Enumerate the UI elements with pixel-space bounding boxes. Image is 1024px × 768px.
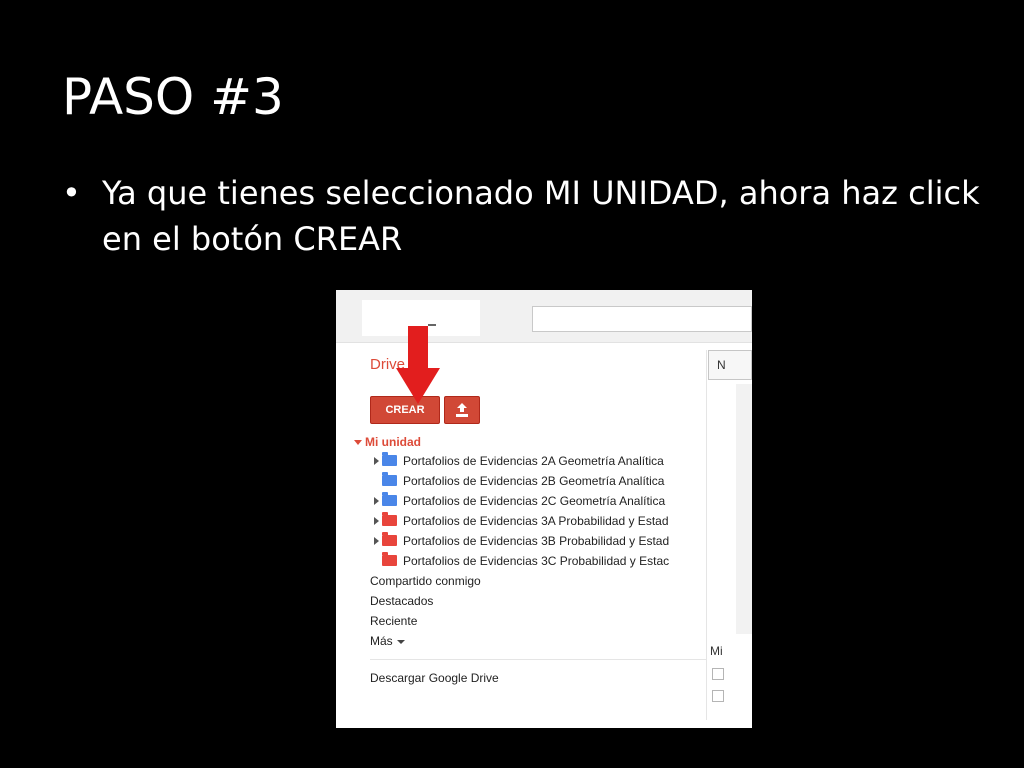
folder-item[interactable]: Portafolios de Evidencias 3B Probabilida… [354, 531, 706, 551]
folder-item[interactable]: Portafolios de Evidencias 3C Probabilida… [354, 551, 706, 571]
my-drive-label: Mi unidad [365, 435, 421, 449]
folder-item[interactable]: Portafolios de Evidencias 2B Geometría A… [354, 471, 706, 491]
folder-item[interactable]: Portafolios de Evidencias 2A Geometría A… [354, 451, 706, 471]
nav-more-label: Más [370, 634, 393, 648]
red-arrow-icon [396, 326, 440, 404]
nav-shared-with-me[interactable]: Compartido conmigo [354, 571, 706, 591]
expand-arrow-icon[interactable] [374, 497, 379, 505]
bullet-dot-icon: • [62, 174, 81, 212]
folder-label: Portafolios de Evidencias 3A Probabilida… [403, 514, 669, 528]
folder-icon [382, 552, 397, 566]
slide-title: PASO #3 [62, 68, 284, 126]
folder-icon [382, 452, 397, 466]
upload-icon [456, 403, 468, 417]
folder-label: Portafolios de Evidencias 3B Probabilida… [403, 534, 670, 548]
nav-more[interactable]: Más [354, 631, 706, 651]
divider [370, 659, 706, 660]
navigation-tree: Mi unidad Portafolios de Evidencias 2A G… [354, 433, 706, 688]
row-checkbox[interactable] [712, 690, 724, 702]
folder-item[interactable]: Portafolios de Evidencias 3A Probabilida… [354, 511, 706, 531]
bullet-point: • Ya que tienes seleccionado MI UNIDAD, … [62, 170, 992, 262]
folder-icon [382, 472, 397, 486]
folder-label: Portafolios de Evidencias 2A Geometría A… [403, 454, 664, 468]
chevron-down-icon [396, 639, 405, 644]
caret-down-icon [354, 440, 362, 446]
new-button-partial[interactable]: N [708, 350, 752, 380]
bullet-text: Ya que tienes seleccionado MI UNIDAD, ah… [102, 174, 980, 258]
expand-arrow-icon[interactable] [374, 537, 379, 545]
row-checkbox[interactable] [712, 668, 724, 680]
list-header-partial: Mi [710, 644, 723, 658]
nav-starred[interactable]: Destacados [354, 591, 706, 611]
drive-screenshot: Drive N Mi CREAR Mi unidad Portafolios d… [336, 290, 752, 728]
folder-icon [382, 532, 397, 546]
scrollbar[interactable] [736, 384, 752, 634]
folder-icon [382, 512, 397, 526]
download-drive-link[interactable]: Descargar Google Drive [354, 668, 706, 688]
folder-icon [382, 492, 397, 506]
expand-arrow-icon[interactable] [374, 517, 379, 525]
my-drive-item[interactable]: Mi unidad [354, 433, 706, 451]
folder-label: Portafolios de Evidencias 2B Geometría A… [403, 474, 665, 488]
column-divider [706, 350, 707, 720]
nav-recent[interactable]: Reciente [354, 611, 706, 631]
upload-button[interactable] [444, 396, 480, 424]
expand-arrow-icon[interactable] [374, 457, 379, 465]
folder-label: Portafolios de Evidencias 3C Probabilida… [403, 554, 670, 568]
folder-item[interactable]: Portafolios de Evidencias 2C Geometría A… [354, 491, 706, 511]
search-input[interactable] [532, 306, 752, 332]
folder-label: Portafolios de Evidencias 2C Geometría A… [403, 494, 666, 508]
